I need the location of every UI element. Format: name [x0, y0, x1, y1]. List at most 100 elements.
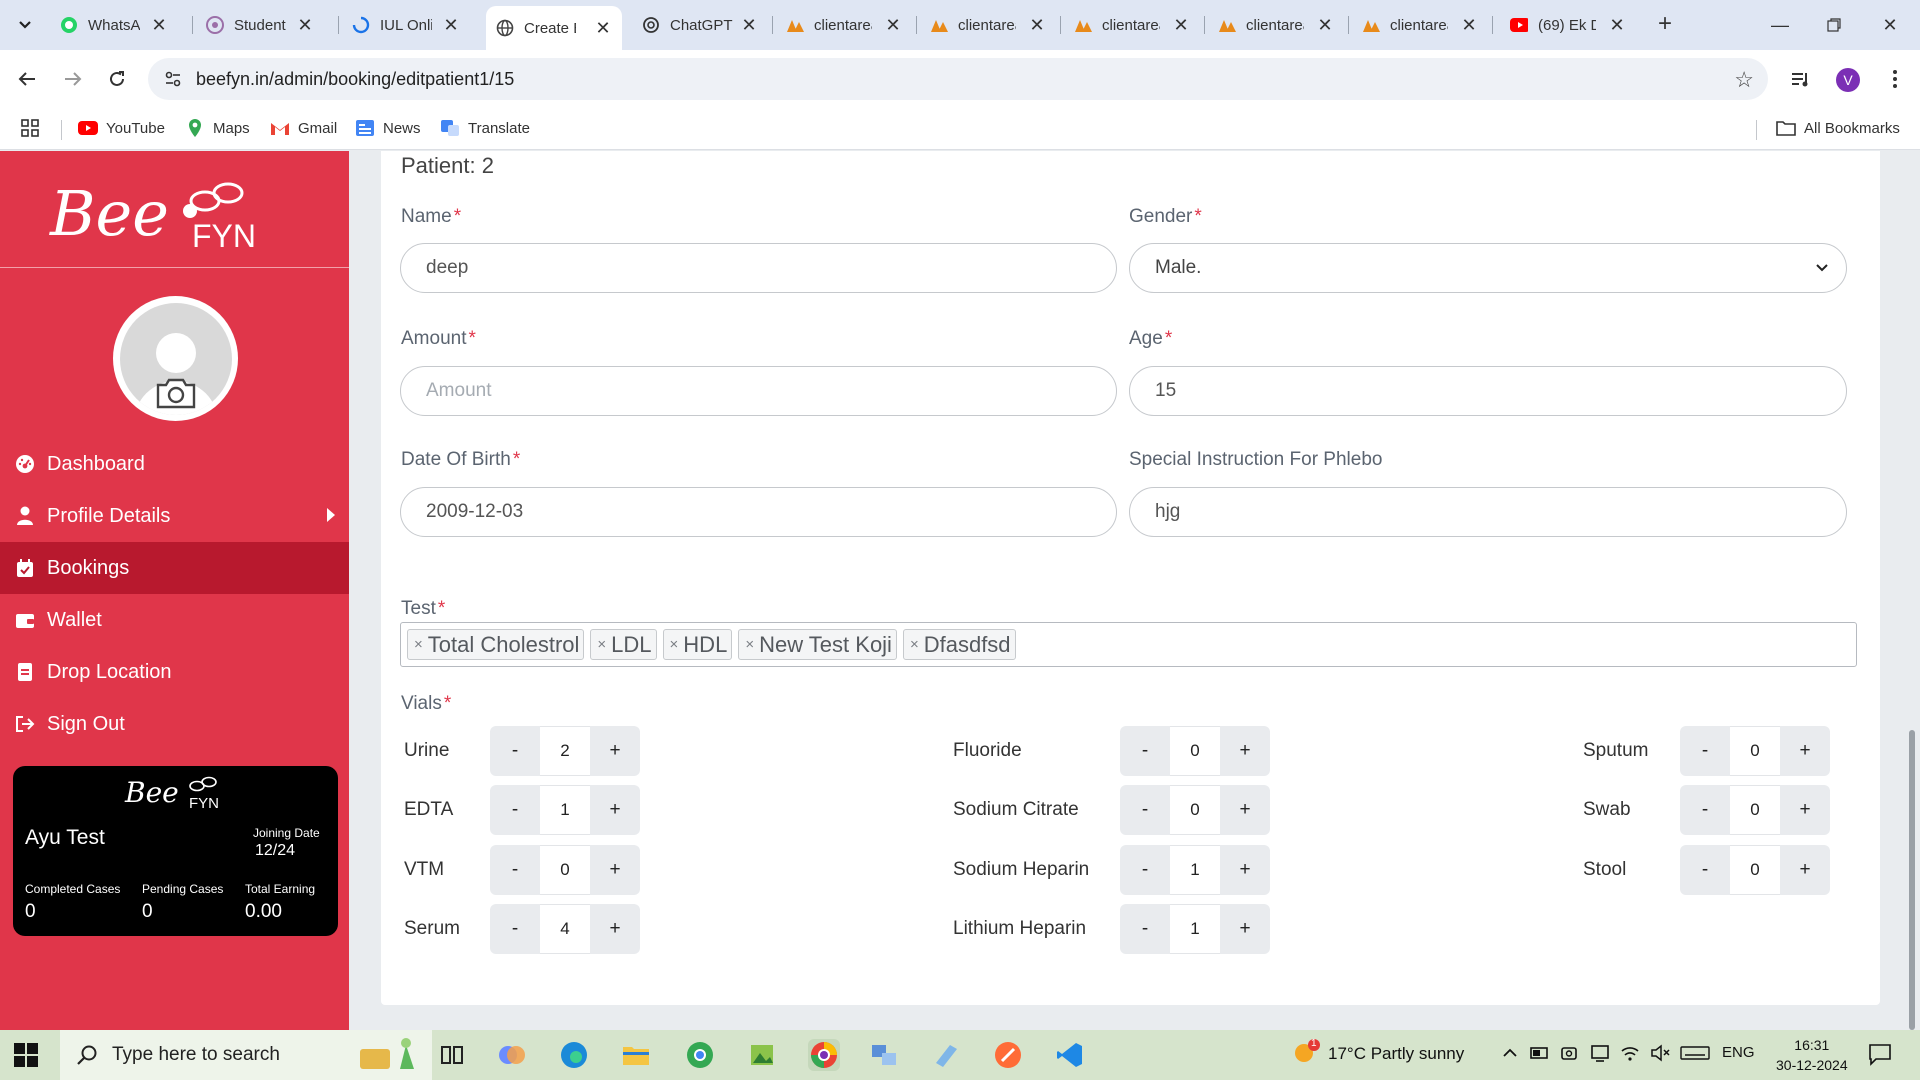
remove-tag-icon[interactable]: ×	[597, 636, 606, 653]
forward-arrow-icon[interactable]	[58, 64, 88, 94]
page-scrollbar[interactable]	[1909, 730, 1915, 1030]
sidebar-item-sign-out[interactable]: Sign Out	[0, 698, 349, 750]
close-tab-icon[interactable]: ✕	[740, 15, 758, 36]
decrement-button[interactable]: -	[1120, 845, 1170, 895]
browser-tab[interactable]: clientarea ✕	[776, 8, 912, 42]
sidebar-item-wallet[interactable]: Wallet	[0, 594, 349, 646]
special-instruction-input[interactable]: hjg	[1129, 487, 1847, 537]
close-window-icon[interactable]: ✕	[1862, 0, 1918, 50]
url-bar[interactable]: beefyn.in/admin/booking/editpatient1/15 …	[148, 58, 1768, 100]
vial-count[interactable]: 2	[540, 726, 590, 776]
close-tab-icon[interactable]: ✕	[150, 15, 168, 36]
language-indicator[interactable]: ENG	[1722, 1044, 1755, 1061]
increment-button[interactable]: +	[1220, 785, 1270, 835]
camera-tray-icon[interactable]	[1560, 1044, 1580, 1062]
wifi-icon[interactable]	[1620, 1044, 1640, 1062]
bookmark-maps[interactable]: Maps	[185, 118, 250, 138]
network-manager-icon[interactable]	[868, 1039, 900, 1071]
sidebar-item-drop-location[interactable]: Drop Location	[0, 646, 349, 698]
vial-count[interactable]: 0	[1730, 726, 1780, 776]
decrement-button[interactable]: -	[490, 904, 540, 954]
restore-icon[interactable]	[1806, 0, 1862, 50]
file-explorer-icon[interactable]	[620, 1039, 652, 1071]
decrement-button[interactable]: -	[1120, 904, 1170, 954]
remove-tag-icon[interactable]: ×	[910, 636, 919, 653]
profile-avatar[interactable]	[113, 296, 238, 421]
bookmark-youtube[interactable]: YouTube	[78, 118, 165, 138]
test-multiselect[interactable]: × Total Cholestrol × LDL × HDL × New Test Ko…	[400, 622, 1857, 667]
display-icon[interactable]	[1590, 1044, 1610, 1062]
sidebar-item-dashboard[interactable]: Dashboard	[0, 438, 349, 490]
remove-tag-icon[interactable]: ×	[745, 636, 754, 653]
vial-count[interactable]: 0	[1730, 845, 1780, 895]
vial-count[interactable]: 0	[1730, 785, 1780, 835]
decrement-button[interactable]: -	[1120, 785, 1170, 835]
increment-button[interactable]: +	[1780, 785, 1830, 835]
increment-button[interactable]: +	[590, 845, 640, 895]
copilot-icon[interactable]	[496, 1039, 528, 1071]
decrement-button[interactable]: -	[490, 785, 540, 835]
camera-icon[interactable]	[154, 375, 198, 411]
age-input[interactable]: 15	[1129, 366, 1847, 416]
sidebar-item-profile-details[interactable]: Profile Details	[0, 490, 349, 542]
site-settings-icon[interactable]	[164, 70, 182, 88]
bookmark-star-icon[interactable]: ☆	[1734, 67, 1754, 93]
sidebar-item-bookings[interactable]: Bookings	[0, 542, 349, 594]
increment-button[interactable]: +	[1780, 845, 1830, 895]
notepad-icon[interactable]	[930, 1039, 962, 1071]
system-clock[interactable]: 16:31 30-12-2024	[1776, 1035, 1848, 1075]
task-view-icon[interactable]	[436, 1039, 468, 1071]
tab-search-button[interactable]	[10, 10, 40, 40]
image-viewer-icon[interactable]	[746, 1039, 778, 1071]
volume-muted-icon[interactable]	[1650, 1044, 1670, 1062]
media-control-icon[interactable]	[1786, 64, 1816, 94]
decrement-button[interactable]: -	[1680, 785, 1730, 835]
dob-input[interactable]: 2009-12-03	[400, 487, 1117, 537]
browser-tab[interactable]: ChatGPT ✕	[632, 8, 768, 42]
vial-count[interactable]: 1	[1170, 904, 1220, 954]
browser-profile-avatar[interactable]: V	[1836, 68, 1860, 92]
browser-tab[interactable]: WhatsApp ✕	[50, 8, 178, 42]
close-tab-icon[interactable]: ✕	[1172, 15, 1190, 36]
amount-input[interactable]: Amount	[400, 366, 1117, 416]
close-tab-icon[interactable]: ✕	[296, 15, 314, 36]
increment-button[interactable]: +	[1780, 726, 1830, 776]
gender-select[interactable]: Male.	[1129, 243, 1847, 293]
bookmark-gmail[interactable]: Gmail	[270, 118, 337, 138]
increment-button[interactable]: +	[1220, 845, 1270, 895]
more-menu-icon[interactable]	[1880, 64, 1910, 94]
decrement-button[interactable]: -	[1120, 726, 1170, 776]
vial-count[interactable]: 1	[540, 785, 590, 835]
increment-button[interactable]: +	[1220, 726, 1270, 776]
vial-count[interactable]: 0	[1170, 726, 1220, 776]
beefyn-logo[interactable]: Bee FYN	[30, 163, 290, 263]
browser-tab[interactable]: clientarea ✕	[1352, 8, 1488, 42]
all-bookmarks-button[interactable]: All Bookmarks	[1776, 118, 1900, 138]
close-tab-icon[interactable]: ✕	[1460, 15, 1478, 36]
battery-icon[interactable]	[1530, 1044, 1550, 1062]
increment-button[interactable]: +	[590, 785, 640, 835]
bookmark-translate[interactable]: Translate	[440, 118, 530, 138]
browser-tab-active[interactable]: Create Booking ✕	[486, 6, 622, 50]
decrement-button[interactable]: -	[490, 845, 540, 895]
postman-icon[interactable]	[992, 1039, 1024, 1071]
increment-button[interactable]: +	[1220, 904, 1270, 954]
back-arrow-icon[interactable]	[12, 64, 42, 94]
vial-count[interactable]: 0	[540, 845, 590, 895]
remove-tag-icon[interactable]: ×	[414, 636, 423, 653]
minimize-icon[interactable]: —	[1752, 0, 1808, 50]
decrement-button[interactable]: -	[490, 726, 540, 776]
show-hidden-icons-chevron[interactable]	[1502, 1044, 1518, 1062]
notifications-icon[interactable]	[1868, 1042, 1892, 1066]
decrement-button[interactable]: -	[1680, 845, 1730, 895]
close-tab-icon[interactable]: ✕	[884, 15, 902, 36]
decrement-button[interactable]: -	[1680, 726, 1730, 776]
close-tab-icon[interactable]: ✕	[1316, 15, 1334, 36]
windows-start-icon[interactable]	[14, 1043, 38, 1067]
apps-grid-icon[interactable]	[20, 118, 40, 138]
vial-count[interactable]: 0	[1170, 785, 1220, 835]
reload-icon[interactable]	[102, 64, 132, 94]
chrome-profile-icon[interactable]	[684, 1039, 716, 1071]
chrome-active-icon[interactable]	[808, 1039, 840, 1071]
bookmark-news[interactable]: News	[355, 118, 421, 138]
